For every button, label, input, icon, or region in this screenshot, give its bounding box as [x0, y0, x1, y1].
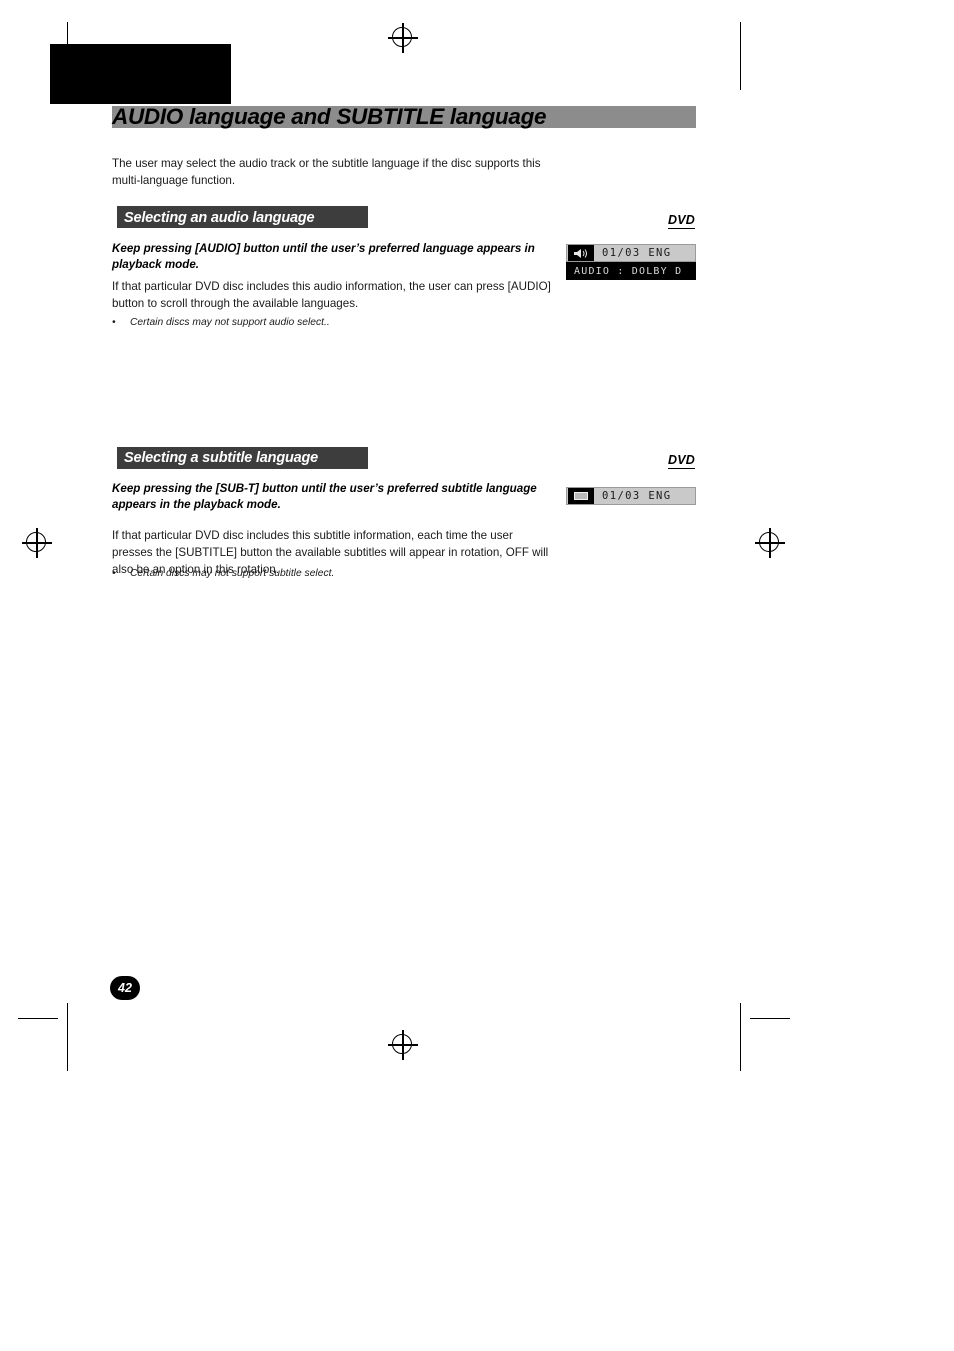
osd-audio-line2-row: AUDIO : DOLBY D — [566, 262, 696, 280]
osd-display-audio: 01/03 ENG AUDIO : DOLBY D — [566, 244, 696, 280]
osd-audio-line1-row: 01/03 ENG — [566, 244, 696, 262]
dvd-badge-underline — [668, 227, 695, 229]
registration-mark-right — [755, 528, 785, 558]
osd-audio-line2-text: AUDIO : DOLBY D — [574, 265, 683, 277]
section-bar-tick — [112, 447, 117, 469]
dvd-badge-audio-text: DVD — [668, 213, 695, 227]
subtitle-bullet-text: Certain discs may not support subtitle s… — [130, 568, 335, 579]
crop-mark-bottom-left-vertical — [67, 1003, 69, 1071]
section-heading-audio: Selecting an audio language — [124, 210, 315, 226]
audio-bullet-text: Certain discs may not support audio sele… — [130, 317, 330, 328]
section-heading-subtitle: Selecting a subtitle language — [124, 450, 319, 466]
subtitle-lead-paragraph: Keep pressing the [SUB-T] button until t… — [112, 482, 537, 511]
audio-bullet-row: • Certain discs may not support audio se… — [112, 315, 554, 330]
osd-display-subtitle: 01/03 ENG — [566, 487, 696, 505]
subtitle-bullet-row: • Certain discs may not support subtitle… — [112, 566, 554, 581]
dvd-badge-subtitle: DVD — [668, 453, 695, 469]
osd-subtitle-line1-text: 01/03 ENG — [602, 490, 672, 502]
dvd-badge-audio: DVD — [668, 213, 695, 229]
page-number-badge: 42 — [110, 976, 140, 1000]
crop-mark-right-top-horizontal — [750, 1018, 790, 1020]
registration-mark-left — [22, 528, 52, 558]
dvd-badge-subtitle-text: DVD — [668, 453, 695, 467]
audio-lead-paragraph: Keep pressing [AUDIO] button until the u… — [112, 242, 535, 271]
crop-mark-bottom-right-vertical — [740, 1003, 742, 1071]
registration-mark-bottom — [388, 1030, 418, 1060]
osd-audio-line1-text: 01/03 ENG — [602, 247, 672, 259]
section-bar-tick — [112, 206, 117, 228]
page-title: AUDIO language and SUBTITLE language — [112, 104, 547, 129]
bullet-marker: • — [112, 317, 116, 328]
registration-mark-top — [388, 23, 418, 53]
crop-mark-top-right-vertical — [740, 22, 742, 90]
subtitle-icon — [568, 488, 594, 504]
crop-mark-left-top-horizontal — [18, 1018, 58, 1020]
dvd-badge-underline — [668, 467, 695, 469]
audio-body-paragraph: If that particular DVD disc includes thi… — [112, 280, 551, 310]
osd-subtitle-line1-row: 01/03 ENG — [566, 487, 696, 505]
corner-black-block — [50, 44, 231, 104]
bullet-marker: • — [112, 568, 116, 579]
speaker-icon — [568, 245, 594, 261]
intro-paragraph: The user may select the audio track or t… — [112, 157, 541, 187]
